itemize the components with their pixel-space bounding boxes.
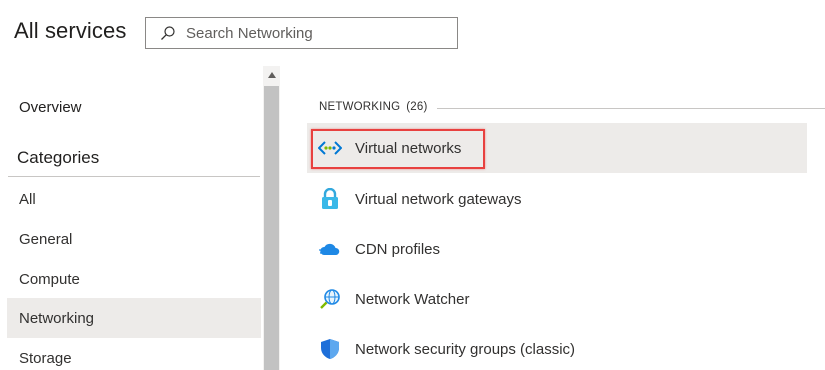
page-title: All services <box>14 18 127 43</box>
service-label: Network Watcher <box>355 290 470 308</box>
nav-item-label: Storage <box>19 349 72 367</box>
service-label: Virtual network gateways <box>355 190 522 208</box>
search-icon <box>160 25 176 41</box>
section-divider <box>437 108 825 109</box>
nav-item-general[interactable]: General <box>7 219 261 259</box>
service-item-cdn-profiles[interactable]: CDN profiles <box>307 224 807 274</box>
lock-gateway-icon <box>318 187 342 211</box>
shield-icon <box>318 337 342 361</box>
service-label: Network security groups (classic) <box>355 340 576 358</box>
section-title: NETWORKING <box>319 101 401 113</box>
scroll-up-arrow-icon[interactable] <box>263 68 280 82</box>
nav-item-networking[interactable]: Networking <box>7 298 261 338</box>
nav-item-compute[interactable]: Compute <box>7 259 261 299</box>
service-item-network-watcher[interactable]: Network Watcher <box>307 274 807 324</box>
nav-item-label: Compute <box>19 270 80 288</box>
highlight-box <box>311 129 485 169</box>
left-nav-scrollbar[interactable] <box>263 66 280 370</box>
section-count: (26) <box>406 101 428 113</box>
all-services-page: All services Overview Categories All Gen… <box>0 0 825 370</box>
globe-magnifier-icon <box>318 287 342 311</box>
nav-overview-link[interactable]: Overview <box>19 99 82 116</box>
nav-item-all[interactable]: All <box>7 179 261 219</box>
categories-heading: Categories <box>17 148 100 167</box>
service-label: CDN profiles <box>355 240 441 258</box>
scrollbar-thumb[interactable] <box>264 86 279 370</box>
search-box[interactable] <box>145 17 458 49</box>
search-input[interactable] <box>186 19 457 47</box>
nav-item-label: General <box>19 230 73 248</box>
section-header: NETWORKING (26) <box>319 101 428 113</box>
service-item-virtual-network-gateways[interactable]: Virtual network gateways <box>307 174 807 224</box>
nav-item-label: All <box>19 190 36 208</box>
cdn-cloud-icon <box>318 237 342 261</box>
categories-divider <box>8 176 260 177</box>
left-nav: Overview Categories All General Compute … <box>0 66 262 370</box>
nav-item-storage[interactable]: Storage <box>7 338 261 370</box>
service-item-network-security-groups-classic[interactable]: Network security groups (classic) <box>307 324 807 370</box>
nav-item-label: Networking <box>19 309 95 327</box>
